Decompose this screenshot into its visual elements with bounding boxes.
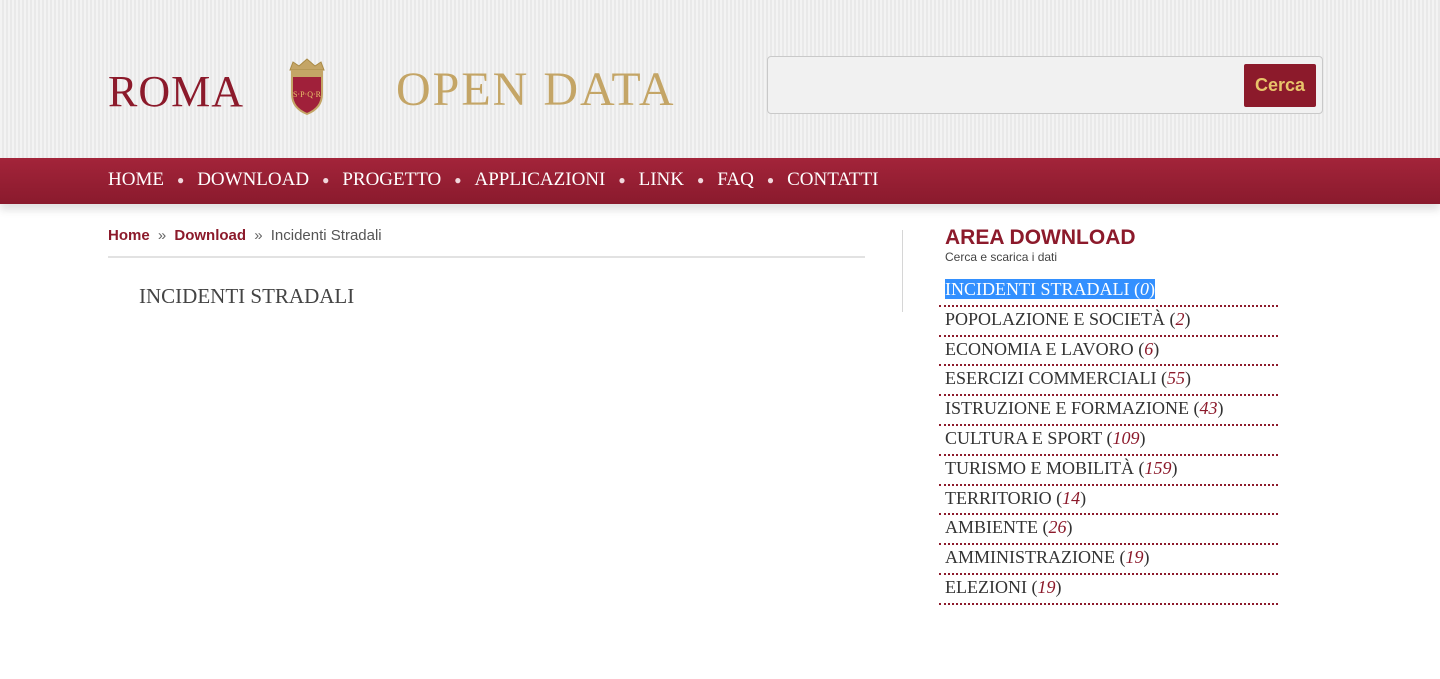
nav-separator: ● [618,172,626,187]
category-item-popolazione-e-societa[interactable]: POPOLAZIONE E SOCIETÀ (2) [939,307,1278,337]
content-divider [108,256,865,258]
category-count: 109 [1112,427,1140,448]
nav-separator: ● [697,172,705,187]
category-name: ELEZIONI [945,576,1027,597]
nav-faq[interactable]: FAQ [717,169,754,191]
category-item-territorio[interactable]: TERRITORIO (14) [939,486,1278,516]
category-name: AMMINISTRAZIONE [945,547,1115,568]
category-count: 19 [1037,576,1056,597]
search-input[interactable] [776,65,1236,105]
nav-separator: ● [766,172,775,187]
logo-roma[interactable]: ROMA [108,66,244,117]
category-item-ambiente[interactable]: AMBIENTE (26) [939,515,1278,546]
category-count: 0 [1139,279,1149,299]
category-item-cultura-e-sport[interactable]: CULTURA E SPORT (109) [939,426,1278,456]
nav-contatti[interactable]: CONTATTI [787,169,878,191]
breadcrumb-separator: » [254,227,263,244]
roma-crest-icon: S·P·Q·R [289,58,325,116]
sidebar-title: AREA DOWNLOAD [945,226,1136,249]
main-nav: HOME ● DOWNLOAD ● PROGETTO ● APPLICAZION… [0,158,1440,204]
category-item-esercizi-commerciali[interactable]: ESERCIZI COMMERCIALI (55) [939,366,1278,397]
nav-separator: ● [176,172,185,187]
nav-home[interactable]: HOME [108,169,164,191]
site-header: ROMA S·P·Q·R OPEN DATA Cerca [0,0,1440,158]
breadcrumb-home-link[interactable]: Home [108,227,150,244]
category-count: 43 [1199,398,1218,419]
nav-link[interactable]: LINK [639,169,684,191]
category-count: 6 [1144,338,1154,359]
category-name: INCIDENTI STRADALI [945,279,1130,299]
nav-download[interactable]: DOWNLOAD [197,169,309,191]
svg-text:S·P·Q·R: S·P·Q·R [293,90,322,99]
breadcrumb-current: Incidenti Stradali [270,227,382,244]
category-count: 2 [1175,308,1185,329]
category-list: INCIDENTI STRADALI (0) POPOLAZIONE E SOC… [939,277,1278,605]
search-button[interactable]: Cerca [1244,64,1316,107]
category-name: AMBIENTE [945,517,1038,538]
logo-open-data[interactable]: OPEN DATA [396,62,676,117]
nav-applicazioni[interactable]: APPLICAZIONI [474,169,605,191]
category-name: ESERCIZI COMMERCIALI [945,368,1157,389]
breadcrumb-separator: » [157,227,167,244]
category-name: CULTURA E SPORT [945,427,1102,448]
breadcrumb-download-link[interactable]: Download [174,227,246,244]
category-name: TURISMO E MOBILITÀ [945,457,1134,478]
nav-progetto[interactable]: PROGETTO [342,169,441,191]
search-box: Cerca [767,56,1323,114]
page-title: INCIDENTI STRADALI [139,284,355,308]
category-count: 19 [1125,547,1144,568]
breadcrumb: Home » Download » Incidenti Stradali [108,227,382,244]
category-name: ECONOMIA E LAVORO [945,338,1134,359]
column-divider [902,230,903,312]
category-count: 14 [1062,487,1081,508]
nav-separator: ● [454,172,462,187]
category-item-incidenti-stradali[interactable]: INCIDENTI STRADALI (0) [939,277,1278,307]
category-item-amministrazione[interactable]: AMMINISTRAZIONE (19) [939,545,1278,575]
category-count: 26 [1048,517,1067,538]
category-name: POPOLAZIONE E SOCIETÀ [945,308,1165,329]
category-item-istruzione-e-formazione[interactable]: ISTRUZIONE E FORMAZIONE (43) [939,396,1278,426]
category-item-economia-e-lavoro[interactable]: ECONOMIA E LAVORO (6) [939,337,1278,367]
sidebar-subtitle: Cerca e scarica i dati [945,250,1058,264]
category-count: 159 [1144,457,1172,478]
category-count: 55 [1167,368,1185,389]
category-name: TERRITORIO [945,487,1052,508]
nav-separator: ● [322,172,330,187]
category-item-elezioni[interactable]: ELEZIONI (19) [939,575,1278,605]
category-item-turismo-e-mobilita[interactable]: TURISMO E MOBILITÀ (159) [939,456,1278,486]
category-name: ISTRUZIONE E FORMAZIONE [945,398,1189,419]
